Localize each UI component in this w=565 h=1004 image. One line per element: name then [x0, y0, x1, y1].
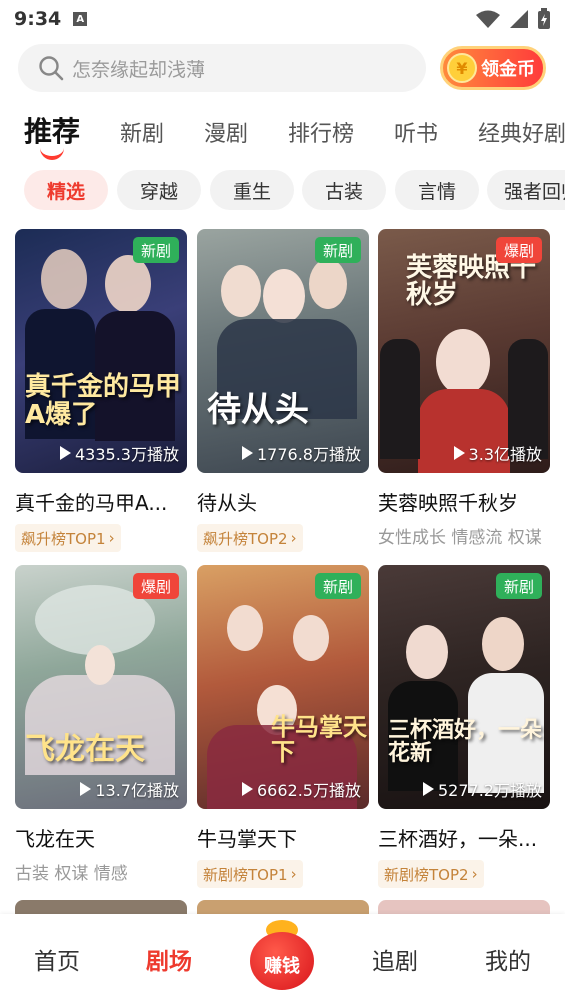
chevron-right-icon: › — [290, 529, 297, 547]
tab-recommend[interactable]: 推荐 — [24, 110, 80, 150]
drama-poster[interactable]: 三杯酒好，一朵花新 新剧 5277.2万播放 — [378, 565, 550, 809]
search-input[interactable]: 怎奈缘起却浅薄 — [18, 44, 426, 92]
hot-drama-badge: 爆剧 — [132, 573, 179, 599]
play-count: 13.7亿播放 — [80, 777, 179, 801]
drama-poster[interactable]: 牛马掌天下 新剧 6662.5万播放 — [197, 565, 369, 809]
status-time: 9:34 — [14, 8, 62, 30]
drama-poster[interactable]: 芙蓉映照千秋岁 爆剧 3.3亿播放 — [378, 229, 550, 473]
drama-title[interactable]: 真千金的马甲A... — [15, 487, 187, 516]
nav-me[interactable]: 我的 — [485, 942, 531, 976]
drama-poster[interactable]: 飞龙在天 爆剧 13.7亿播放 — [15, 565, 187, 809]
play-count-text: 4335.3万播放 — [75, 445, 179, 464]
play-count-text: 6662.5万播放 — [257, 781, 361, 800]
chevron-right-icon: › — [471, 865, 478, 883]
tab-active-indicator — [40, 148, 64, 160]
poster-title-text: 三杯酒好，一朵花新 — [388, 717, 543, 766]
nav-following[interactable]: 追剧 — [372, 942, 418, 976]
drama-card[interactable]: 飞龙在天 爆剧 13.7亿播放 飞龙在天 古装 权谋 情感 — [15, 565, 187, 888]
battery-icon — [538, 8, 550, 29]
poster-title-text: 飞龙在天 — [25, 731, 145, 767]
poster-title-text: 真千金的马甲A爆了 — [25, 372, 182, 430]
play-icon — [453, 446, 465, 460]
chip-featured[interactable]: 精选 — [24, 170, 108, 210]
genre-chips: 精选 穿越 重生 古装 言情 强者回归 — [0, 170, 565, 212]
rank-tag-label: 飙升榜TOP2 — [203, 529, 288, 548]
play-count: 1776.8万播放 — [242, 441, 361, 465]
hot-drama-badge: 爆剧 — [495, 237, 542, 263]
new-drama-badge: 新剧 — [314, 237, 361, 263]
drama-card[interactable]: 三杯酒好，一朵花新 新剧 5277.2万播放 三杯酒好，一朵... 新剧榜TOP… — [378, 565, 550, 888]
drama-card[interactable]: 芙蓉映照千秋岁 爆剧 3.3亿播放 芙蓉映照千秋岁 女性成长 情感流 权谋 — [378, 229, 550, 552]
nav-earn-label: 赚钱 — [264, 956, 300, 977]
genre-tags: 古装 权谋 情感 — [15, 864, 128, 884]
coin-icon: ¥ — [447, 53, 477, 83]
chip-costume[interactable]: 古装 — [302, 170, 386, 210]
play-count-text: 13.7亿播放 — [95, 781, 179, 800]
play-count: 5277.2万播放 — [423, 777, 542, 801]
play-icon — [80, 782, 92, 796]
rank-tag-label: 新剧榜TOP1 — [203, 865, 288, 884]
red-money-bag-icon: 赚钱 — [250, 932, 314, 990]
chip-strong-return[interactable]: 强者回归 — [487, 170, 565, 210]
genre-tags: 女性成长 情感流 权谋 — [378, 528, 542, 548]
drama-title[interactable]: 芙蓉映照千秋岁 — [378, 487, 550, 516]
search-icon — [39, 56, 64, 81]
rank-tag[interactable]: 飙升榜TOP2 › — [197, 524, 303, 552]
play-count-text: 1776.8万播放 — [257, 445, 361, 464]
new-drama-badge: 新剧 — [495, 573, 542, 599]
play-icon — [423, 782, 434, 796]
tab-rankings[interactable]: 排行榜 — [288, 116, 354, 148]
rank-tag[interactable]: 新剧榜TOP1 › — [197, 860, 303, 888]
poster-title-text: 芙蓉映照千秋岁 — [406, 253, 537, 311]
chevron-right-icon: › — [290, 865, 297, 883]
drama-card[interactable]: 待从头 新剧 1776.8万播放 待从头 飙升榜TOP2 › — [197, 229, 369, 552]
drama-title[interactable]: 牛马掌天下 — [197, 823, 369, 852]
drama-poster[interactable]: 真千金的马甲A爆了 新剧 4335.3万播放 — [15, 229, 187, 473]
claim-coins-button[interactable]: ¥ 领金币 — [440, 46, 546, 90]
rank-tag[interactable]: 飙升榜TOP1 › — [15, 524, 121, 552]
category-tabs: 推荐 新剧 漫剧 排行榜 听书 经典好剧 — [0, 108, 565, 164]
tab-classic-dramas[interactable]: 经典好剧 — [478, 116, 565, 148]
play-count: 4335.3万播放 — [60, 441, 179, 465]
drama-title[interactable]: 待从头 — [197, 487, 369, 516]
search-row: 怎奈缘起却浅薄 ¥ 领金币 — [0, 44, 565, 94]
wifi-icon — [476, 10, 500, 28]
tab-new-drama[interactable]: 新剧 — [120, 116, 164, 148]
chip-time-travel[interactable]: 穿越 — [117, 170, 201, 210]
drama-title[interactable]: 飞龙在天 — [15, 823, 187, 852]
notification-a-icon: A — [73, 12, 88, 26]
play-icon — [242, 782, 253, 796]
chip-rebirth[interactable]: 重生 — [210, 170, 294, 210]
poster-title-text: 牛马掌天下 — [271, 712, 367, 766]
chip-romance[interactable]: 言情 — [395, 170, 479, 210]
tab-comic-drama[interactable]: 漫剧 — [204, 116, 248, 148]
claim-coins-label: 领金币 — [481, 59, 535, 80]
status-bar: 9:34 A — [0, 0, 565, 38]
nav-home[interactable]: 首页 — [34, 942, 80, 976]
rank-tag-label: 新剧榜TOP2 — [384, 865, 469, 884]
new-drama-badge: 新剧 — [314, 573, 361, 599]
nav-earn-money[interactable]: 赚钱 — [246, 920, 318, 994]
new-drama-badge: 新剧 — [132, 237, 179, 263]
drama-card[interactable]: 牛马掌天下 新剧 6662.5万播放 牛马掌天下 新剧榜TOP1 › — [197, 565, 369, 888]
play-count-text: 5277.2万播放 — [438, 781, 542, 800]
poster-title-text: 待从头 — [207, 390, 309, 431]
play-icon — [60, 446, 71, 460]
drama-card[interactable]: 真千金的马甲A爆了 新剧 4335.3万播放 真千金的马甲A... 飙升榜TOP… — [15, 229, 187, 552]
bottom-navigation: 首页 剧场 赚钱 追剧 我的 — [0, 914, 565, 1004]
play-count: 6662.5万播放 — [242, 777, 361, 801]
play-icon — [242, 446, 253, 460]
play-count: 3.3亿播放 — [453, 441, 542, 465]
search-placeholder: 怎奈缘起却浅薄 — [72, 58, 206, 81]
drama-title[interactable]: 三杯酒好，一朵... — [378, 823, 550, 852]
nav-theater[interactable]: 剧场 — [146, 942, 192, 976]
status-icons — [475, 8, 551, 30]
chevron-right-icon: › — [108, 529, 115, 547]
rank-tag[interactable]: 新剧榜TOP2 › — [378, 860, 484, 888]
signal-icon — [510, 10, 528, 28]
play-count-text: 3.3亿播放 — [468, 445, 542, 464]
tab-audiobooks[interactable]: 听书 — [394, 116, 438, 148]
drama-poster[interactable]: 待从头 新剧 1776.8万播放 — [197, 229, 369, 473]
rank-tag-label: 飙升榜TOP1 — [21, 529, 106, 548]
